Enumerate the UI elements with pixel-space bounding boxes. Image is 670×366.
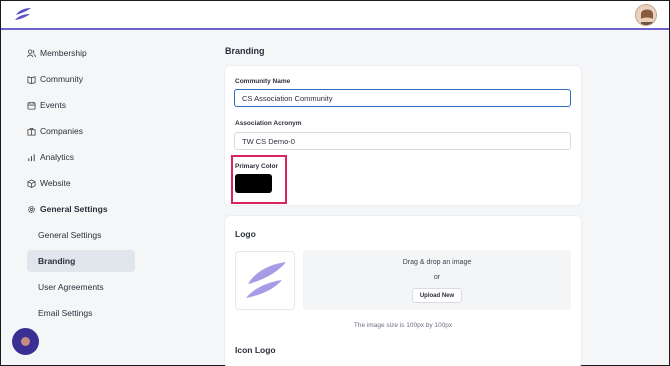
- help-chat-button[interactable]: [12, 328, 39, 355]
- sidebar-subitem-general-settings[interactable]: General Settings: [27, 224, 135, 246]
- sidebar-item-membership[interactable]: Membership: [27, 42, 167, 64]
- primary-color-swatch[interactable]: [235, 174, 272, 193]
- user-avatar[interactable]: [635, 4, 657, 26]
- community-name-label: Community Name: [235, 78, 291, 85]
- sidebar-item-companies[interactable]: Companies: [27, 120, 167, 142]
- image-size-hint: The image size is 100px by 100px: [353, 322, 453, 329]
- feather-logo-icon: [246, 261, 286, 298]
- sidebar-item-general-settings[interactable]: General Settings: [27, 198, 167, 220]
- sidebar-item-community[interactable]: Community: [27, 68, 167, 90]
- sidebar-item-website[interactable]: Website: [27, 172, 167, 194]
- logo-preview: [235, 251, 295, 310]
- calendar-icon: [27, 101, 36, 110]
- icon-logo-title: Icon Logo: [235, 345, 276, 355]
- primary-color-label: Primary Color: [235, 163, 278, 170]
- sidebar-item-label: Events: [40, 100, 66, 110]
- dropzone-or: or: [433, 274, 441, 281]
- logo-card: Logo Drag & drop an image or Upload New …: [225, 216, 581, 366]
- top-bar: [1, 1, 669, 30]
- cube-icon: [27, 178, 36, 188]
- logo-title: Logo: [235, 229, 256, 239]
- chat-avatar-icon: [21, 337, 30, 346]
- sidebar-item-events[interactable]: Events: [27, 94, 167, 116]
- sidebar-item-label: Website: [40, 178, 71, 188]
- community-name-field[interactable]: CS Association Community: [234, 89, 571, 107]
- sidebar-item-label: Companies: [40, 126, 83, 136]
- users-icon: [27, 48, 36, 57]
- feather-logo-icon[interactable]: [13, 6, 33, 24]
- building-icon: [27, 127, 36, 136]
- sidebar-item-analytics[interactable]: Analytics: [27, 146, 167, 168]
- sidebar-item-label: Membership: [40, 48, 87, 58]
- dropzone-text: Drag & drop an image: [402, 259, 472, 266]
- acronym-field[interactable]: TW CS Demo-0: [234, 132, 571, 150]
- sidebar-item-label: Analytics: [40, 152, 75, 162]
- sidebar-subitem-email-settings[interactable]: Email Settings: [27, 302, 135, 324]
- page-title: Branding: [225, 46, 265, 56]
- upload-new-button[interactable]: Upload New: [411, 288, 463, 303]
- gear-icon: [28, 205, 35, 213]
- bar-chart-icon: [28, 153, 35, 161]
- image-dropzone[interactable]: Drag & drop an image or Upload New: [303, 250, 571, 310]
- sidebar-item-label: Community: [40, 74, 83, 84]
- sidebar: Membership Community Events Companies An…: [1, 32, 161, 365]
- sidebar-subitem-branding[interactable]: Branding: [27, 250, 135, 272]
- branding-details-card: Community Name CS Association Community …: [225, 66, 581, 205]
- acronym-label: Association Acronym: [235, 120, 302, 127]
- sidebar-subitem-user-agreements[interactable]: User Agreements: [27, 276, 135, 298]
- sidebar-item-label: General Settings: [40, 204, 108, 214]
- book-icon: [27, 75, 36, 84]
